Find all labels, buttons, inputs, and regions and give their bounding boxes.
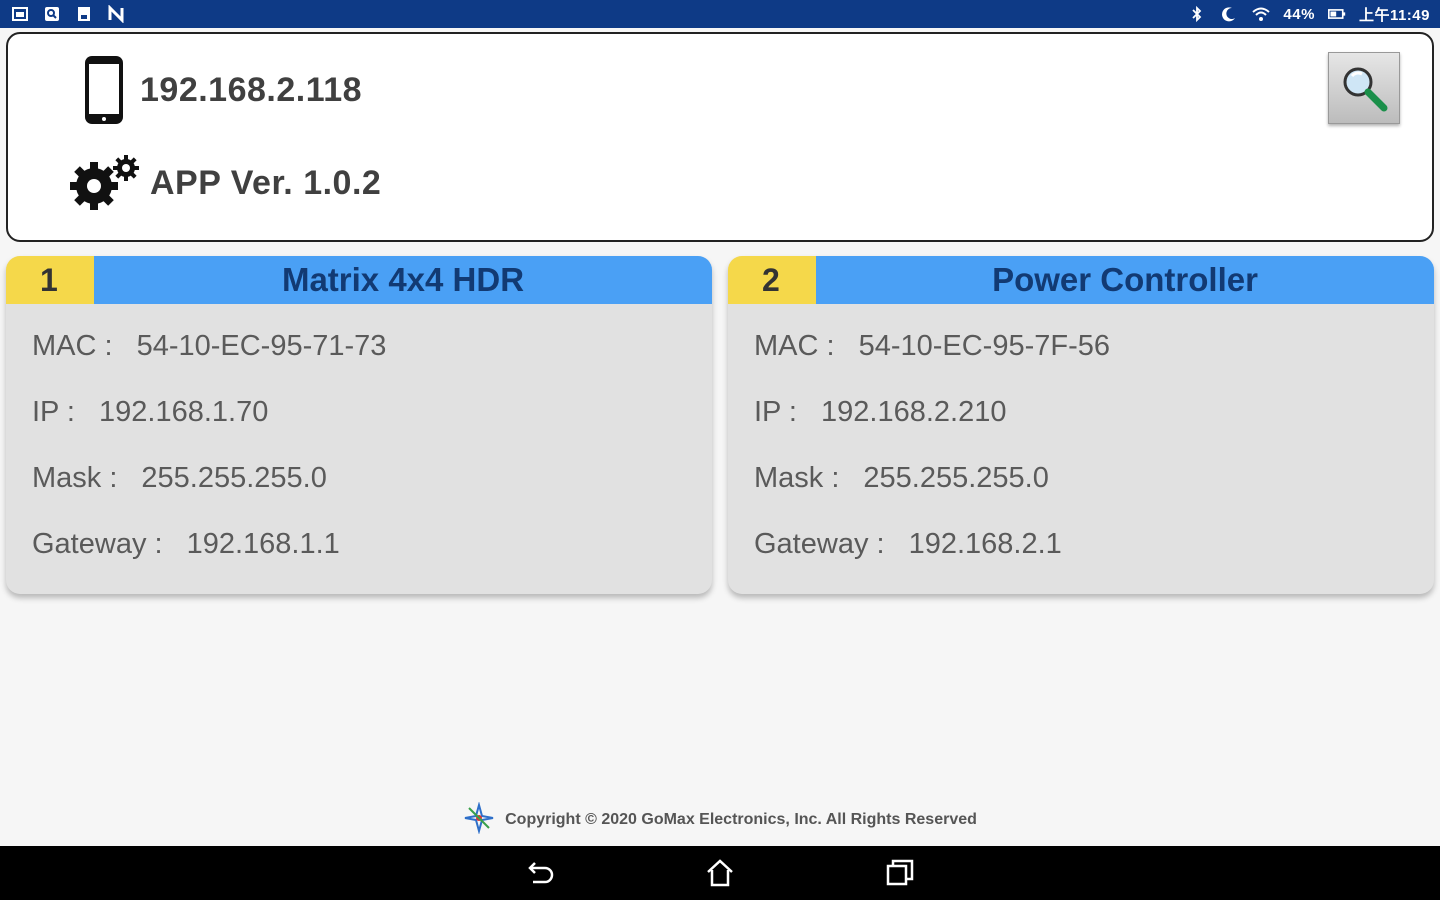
clock: 上午11:49 — [1358, 6, 1430, 24]
copyright-text: Copyright © 2020 GoMax Electronics, Inc.… — [505, 811, 977, 828]
device-name: Power Controller — [816, 256, 1434, 304]
mask-value: 255.255.255.0 — [141, 462, 327, 494]
mask-field: Mask : 255.255.255.0 — [754, 462, 1049, 495]
device-number: 1 — [6, 256, 94, 304]
n-app-icon — [106, 5, 126, 23]
home-button[interactable] — [700, 853, 740, 893]
mask-value: 255.255.255.0 — [863, 462, 1049, 494]
device-card-header: 1 Matrix 4x4 HDR — [6, 256, 712, 304]
gears-icon — [70, 155, 139, 210]
back-button[interactable] — [520, 853, 560, 893]
home-icon — [707, 859, 733, 887]
ip-label: IP : — [754, 396, 797, 428]
app-version: APP Ver. 1.0.2 — [150, 163, 382, 202]
app-version-row: APP Ver. 1.0.2 — [66, 154, 381, 212]
footer: Copyright © 2020 GoMax Electronics, Inc.… — [0, 800, 1440, 840]
mac-label: MAC : — [754, 330, 835, 362]
mask-label: Mask : — [754, 462, 840, 494]
ip-value: 192.168.2.210 — [821, 396, 1007, 428]
ip-field: IP : 192.168.1.70 — [32, 396, 268, 429]
navigation-bar — [0, 846, 1440, 900]
status-bar: 44% 上午11:49 — [0, 0, 1440, 28]
back-icon — [528, 862, 554, 884]
mac-value: 54-10-EC-95-7F-56 — [858, 330, 1111, 362]
moon-icon — [1219, 5, 1239, 23]
device-ip: 192.168.2.118 — [140, 70, 363, 109]
gateway-field: Gateway : 192.168.1.1 — [32, 528, 340, 561]
mask-field: Mask : 255.255.255.0 — [32, 462, 327, 495]
device-card-header: 2 Power Controller — [728, 256, 1434, 304]
device-card-1[interactable]: 1 Matrix 4x4 HDR MAC : 54-10-EC-95-71-73… — [6, 256, 712, 594]
device-card-2[interactable]: 2 Power Controller MAC : 54-10-EC-95-7F-… — [728, 256, 1434, 594]
mac-field: MAC : 54-10-EC-95-7F-56 — [754, 330, 1110, 363]
mac-field: MAC : 54-10-EC-95-71-73 — [32, 330, 386, 363]
device-name: Matrix 4x4 HDR — [94, 256, 712, 304]
mask-label: Mask : — [32, 462, 118, 494]
wifi-icon — [1251, 5, 1271, 23]
save-icon — [74, 5, 94, 23]
recent-apps-icon — [886, 859, 914, 886]
device-number: 2 — [728, 256, 816, 304]
magnifier-icon — [1343, 67, 1388, 112]
gateway-field: Gateway : 192.168.2.1 — [754, 528, 1062, 561]
gallery-icon — [10, 5, 30, 23]
ip-field: IP : 192.168.2.210 — [754, 396, 1006, 429]
device-ip-row: 192.168.2.118 — [82, 54, 362, 126]
gateway-label: Gateway : — [32, 528, 163, 560]
gateway-value: 192.168.1.1 — [186, 528, 340, 560]
gateway-label: Gateway : — [754, 528, 885, 560]
battery-percent: 44% — [1283, 5, 1315, 23]
search-button[interactable] — [1328, 52, 1400, 124]
recent-apps-button[interactable] — [880, 853, 920, 893]
gomax-logo-icon — [463, 800, 495, 839]
gateway-value: 192.168.2.1 — [908, 528, 1062, 560]
bluetooth-icon — [1187, 5, 1207, 23]
phone-icon — [85, 56, 123, 124]
header-card: 192.168.2.118 APP Ver. 1.0.2 — [6, 32, 1434, 242]
ip-value: 192.168.1.70 — [99, 396, 269, 428]
mac-label: MAC : — [32, 330, 113, 362]
battery-icon — [1327, 5, 1347, 23]
ip-label: IP : — [32, 396, 75, 428]
mac-value: 54-10-EC-95-71-73 — [136, 330, 387, 362]
search-app-icon — [42, 5, 62, 23]
